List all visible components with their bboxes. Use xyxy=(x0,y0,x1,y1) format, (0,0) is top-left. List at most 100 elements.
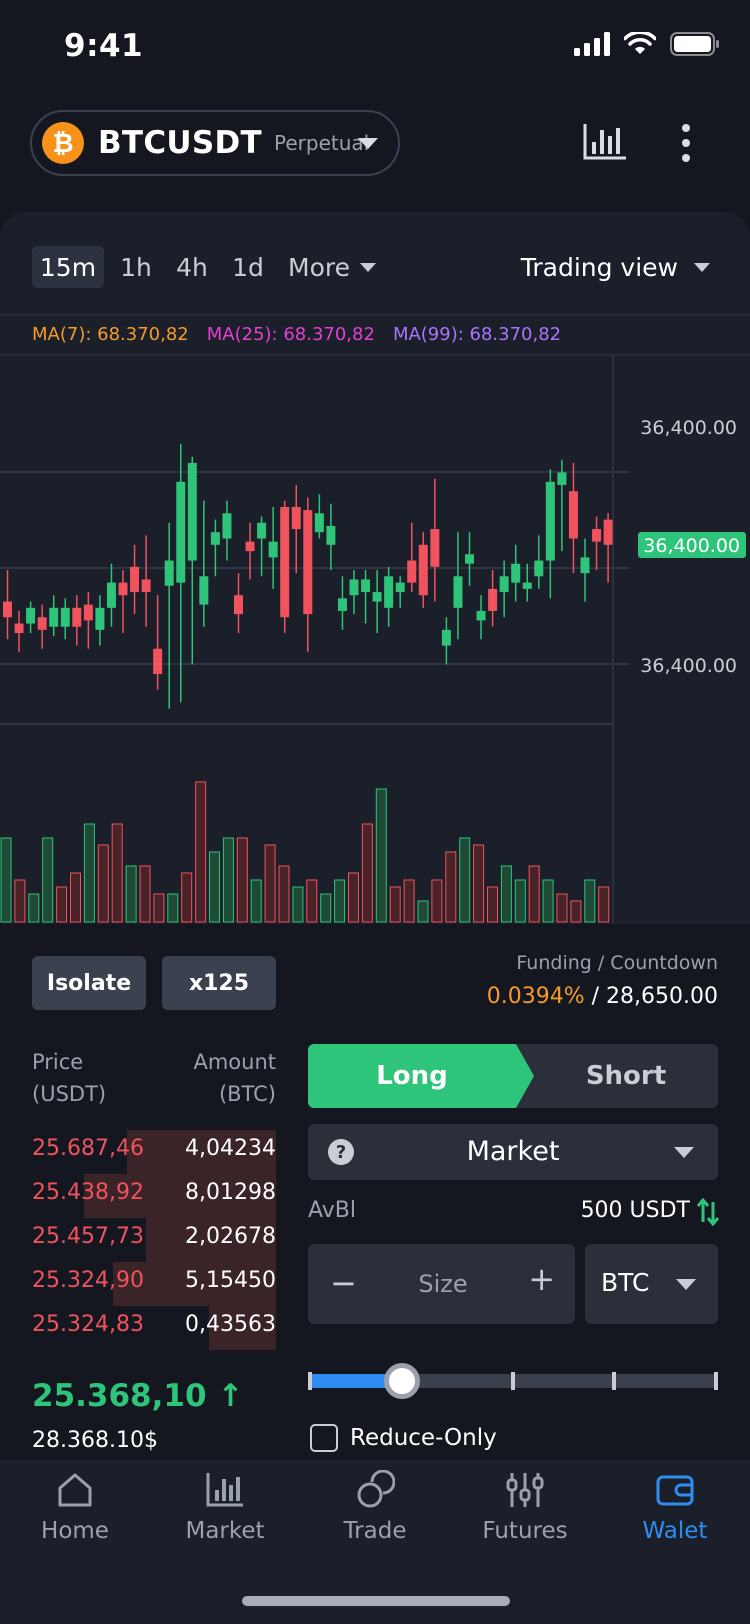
volume-bar xyxy=(125,865,137,923)
ask-price: 25.457,73 xyxy=(32,1224,144,1249)
candle-body xyxy=(72,607,82,627)
candle-body xyxy=(361,579,371,593)
size-unit-label: BTC xyxy=(601,1268,650,1297)
volume-bar xyxy=(445,851,457,923)
candle-body xyxy=(476,610,486,621)
timeframe-1h[interactable]: 1h xyxy=(112,246,160,288)
chart-view-label: Trading view xyxy=(520,252,678,282)
candle-body xyxy=(141,579,151,593)
candle-body xyxy=(407,560,417,583)
nav-wallet-label: Walet xyxy=(642,1518,708,1544)
size-stepper: − + xyxy=(308,1244,575,1324)
funding-value: 0.0394% / 28,650.00 xyxy=(487,984,718,1009)
swap-arrows-icon[interactable] xyxy=(696,1198,720,1226)
status-time: 9:41 xyxy=(64,28,144,64)
bar-chart-icon[interactable] xyxy=(582,122,628,162)
volume-bar xyxy=(0,837,12,923)
candle-body xyxy=(545,481,555,561)
long-button[interactable]: Long xyxy=(308,1044,534,1108)
candle-body xyxy=(118,582,128,596)
candle-body xyxy=(95,607,105,630)
candle-body xyxy=(499,576,509,593)
caret-down-icon xyxy=(358,138,378,149)
ask-amount: 4,04234 xyxy=(185,1136,276,1161)
leverage-button[interactable]: x125 xyxy=(162,956,276,1010)
status-bar: 9:41 xyxy=(0,0,750,92)
volume-bar xyxy=(500,865,512,923)
volume-bar xyxy=(250,879,262,923)
orderbook-amount-header: Amount (BTC) xyxy=(193,1046,276,1110)
slider-tick xyxy=(714,1372,718,1390)
timeframe-15m[interactable]: 15m xyxy=(32,246,104,288)
candlestick-chart[interactable]: 36,400.00 36,400.00 36,400.00 xyxy=(0,354,750,924)
volume-bars xyxy=(0,781,610,923)
nav-home-label: Home xyxy=(41,1518,109,1544)
volume-bar xyxy=(389,886,401,923)
orderbook-row[interactable]: 25.324,90 5,15450 xyxy=(0,1260,290,1306)
trade-icon xyxy=(357,1470,395,1508)
pair-selector[interactable]: ₿ BTCUSDT Perpetual xyxy=(30,110,400,176)
ma99-label: MA(99): 68.370,82 xyxy=(392,324,562,345)
caret-down-icon xyxy=(359,262,376,272)
volume-bar xyxy=(459,837,471,923)
order-type-label: Market xyxy=(466,1136,560,1167)
volume-bar xyxy=(361,823,373,923)
home-icon xyxy=(58,1473,92,1507)
nav-futures[interactable]: Futures xyxy=(450,1470,600,1544)
nav-home[interactable]: Home xyxy=(0,1470,150,1544)
candle-body xyxy=(534,560,544,577)
size-input[interactable] xyxy=(388,1264,498,1304)
candle-body xyxy=(176,481,186,583)
candle-body xyxy=(26,607,36,624)
increase-size-button[interactable]: + xyxy=(528,1260,555,1298)
nav-market[interactable]: Market xyxy=(150,1470,300,1544)
chart-view-dropdown[interactable]: Trading view xyxy=(521,246,710,288)
slider-tick xyxy=(511,1372,515,1390)
candle-body xyxy=(568,491,578,539)
orderbook-row[interactable]: 25.687,46 4,04234 xyxy=(0,1128,290,1174)
volume-bar xyxy=(320,893,332,923)
reduce-only-checkbox[interactable] xyxy=(310,1424,338,1452)
cellular-signal-icon xyxy=(574,32,610,56)
candle-body xyxy=(384,576,394,608)
volume-bar xyxy=(153,893,165,923)
candle-body xyxy=(199,576,209,605)
margin-mode-button[interactable]: Isolate xyxy=(32,956,146,1010)
order-type-dropdown[interactable]: ? Market xyxy=(308,1124,718,1180)
volume-bar xyxy=(375,788,387,923)
candle-body xyxy=(280,507,290,618)
long-short-toggle: Long Short xyxy=(308,1044,718,1108)
timeframe-4h[interactable]: 4h xyxy=(168,246,216,288)
volume-bar xyxy=(542,879,554,923)
sliders-icon xyxy=(506,1473,544,1507)
timeframe-more[interactable]: More xyxy=(288,246,388,288)
nav-trade[interactable]: Trade xyxy=(300,1470,450,1544)
more-vertical-icon[interactable] xyxy=(675,124,697,164)
short-button[interactable]: Short xyxy=(534,1044,718,1108)
timeframe-1d[interactable]: 1d xyxy=(224,246,272,288)
battery-icon xyxy=(670,32,719,56)
nav-trade-label: Trade xyxy=(343,1518,407,1544)
candle-body xyxy=(257,522,267,539)
volume-bar xyxy=(514,879,526,923)
reduce-only-option[interactable]: Reduce-Only xyxy=(310,1424,497,1452)
volume-bar xyxy=(181,872,193,923)
size-unit-dropdown[interactable]: BTC xyxy=(585,1244,718,1324)
candle-body xyxy=(395,582,405,593)
orderbook-row[interactable]: 25.457,73 2,02678 xyxy=(0,1216,290,1262)
candle-body xyxy=(153,648,163,674)
ask-price: 25.438,92 xyxy=(32,1180,144,1205)
slider-handle[interactable] xyxy=(384,1363,420,1399)
ask-amount: 0,43563 xyxy=(185,1312,276,1337)
divider xyxy=(0,314,750,316)
nav-wallet[interactable]: Walet xyxy=(600,1470,750,1544)
size-slider[interactable] xyxy=(308,1362,718,1402)
caret-down-icon xyxy=(676,1279,696,1290)
slider-tick xyxy=(308,1372,312,1390)
orderbook-row[interactable]: 25.324,83 0,43563 xyxy=(0,1304,290,1350)
candle-body xyxy=(488,588,498,611)
candle-body xyxy=(372,592,382,602)
decrease-size-button[interactable]: − xyxy=(330,1264,357,1302)
orderbook-row[interactable]: 25.438,92 8,01298 xyxy=(0,1172,290,1218)
candle-body xyxy=(60,607,70,627)
